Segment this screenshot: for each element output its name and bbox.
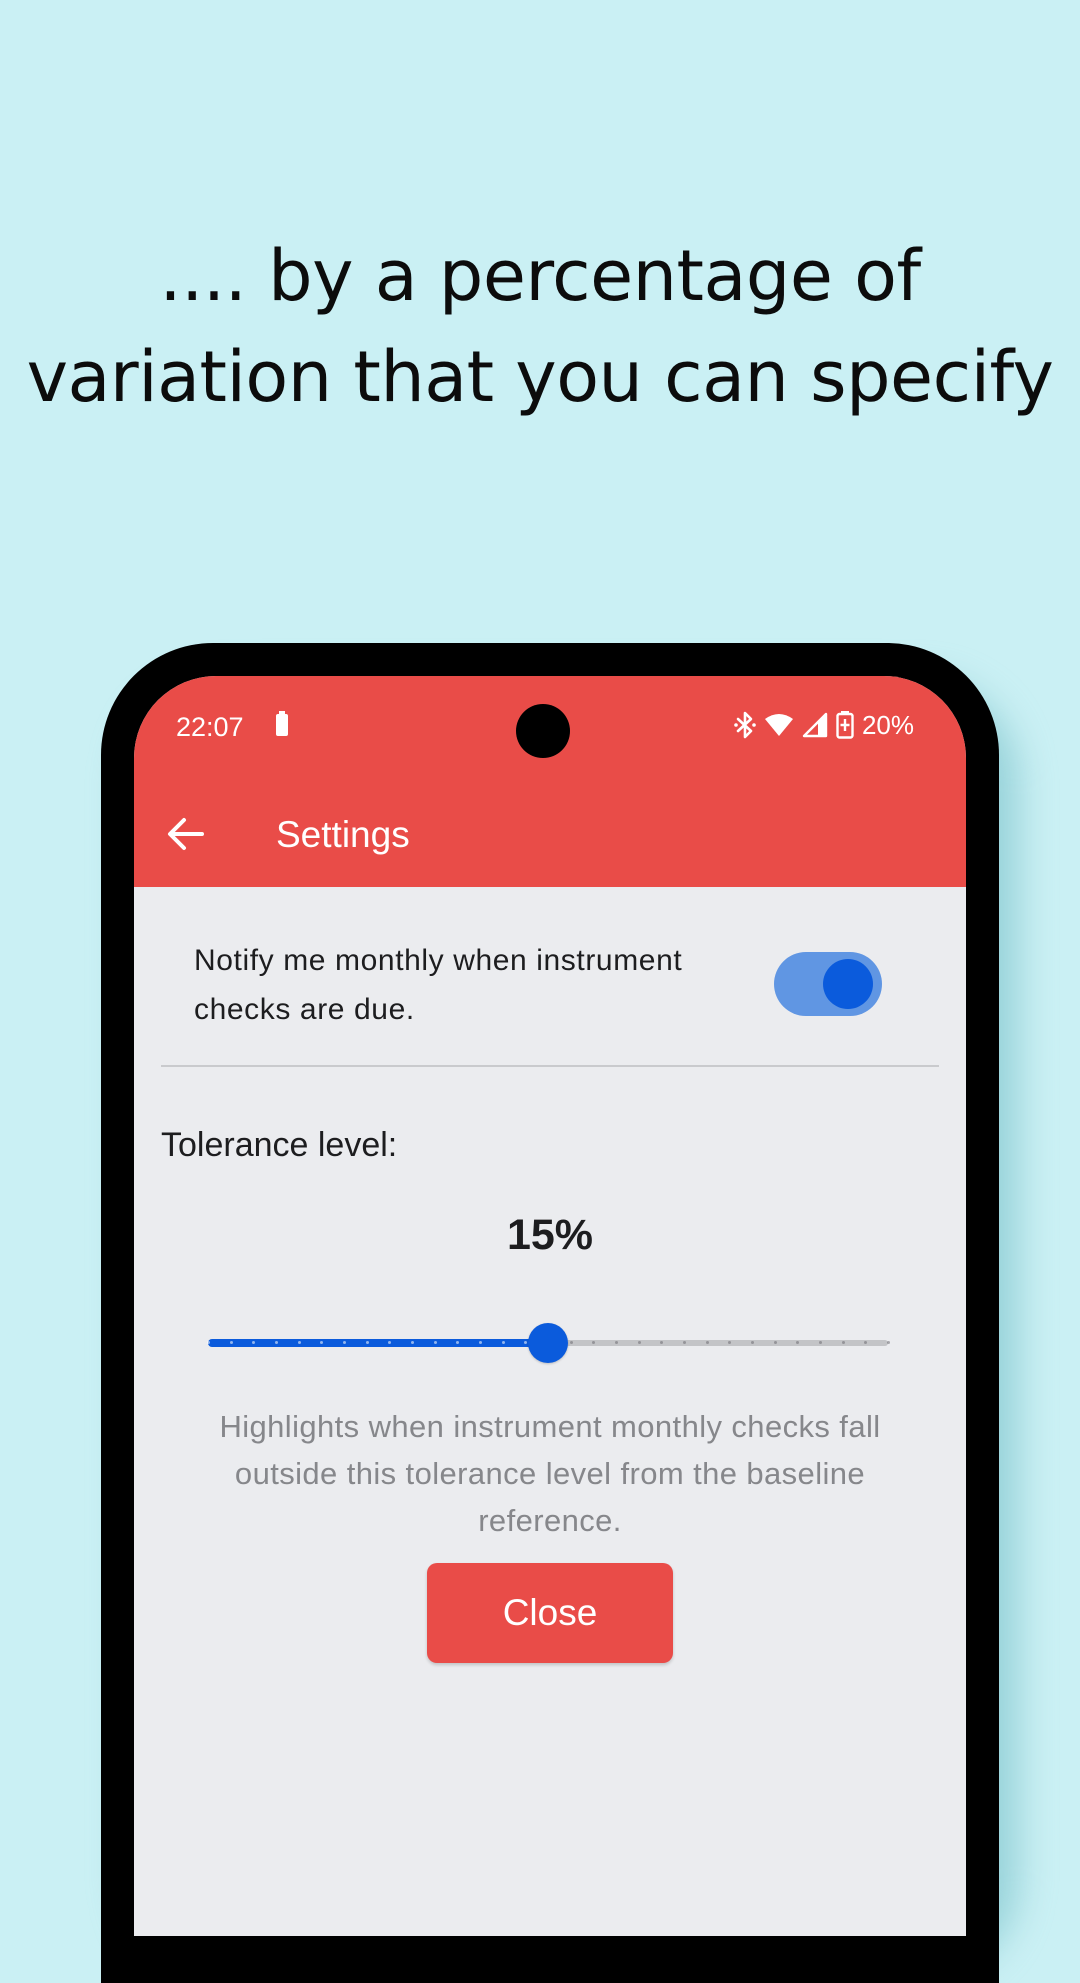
- signal-icon: [802, 712, 828, 738]
- slider-tick: [456, 1341, 459, 1344]
- status-icons: 20%: [734, 709, 914, 741]
- wifi-icon: [764, 712, 794, 738]
- phone-screen: 22:07 20% Settings Notify me monthly whe…: [134, 676, 966, 1936]
- tolerance-value: 15%: [506, 1211, 594, 1259]
- slider-tick: [411, 1341, 414, 1344]
- arrow-left-icon: [166, 816, 206, 857]
- toggle-thumb: [823, 959, 873, 1009]
- status-time: 22:07: [176, 712, 244, 742]
- slider-tick: [660, 1341, 663, 1344]
- slider-tick: [842, 1341, 845, 1344]
- slider-tick: [388, 1341, 391, 1344]
- tolerance-label: Tolerance level:: [161, 1126, 398, 1164]
- battery-charging-icon: [836, 711, 854, 739]
- slider-tick: [298, 1341, 301, 1344]
- page-title: Settings: [276, 814, 410, 855]
- back-button[interactable]: [152, 802, 220, 870]
- slider-tick: [592, 1341, 595, 1344]
- slider-tick: [796, 1341, 799, 1344]
- app-header: 22:07 20% Settings: [134, 676, 966, 887]
- slider-tick: [343, 1341, 346, 1344]
- slider-tick: [728, 1341, 731, 1344]
- slider-tick: [615, 1341, 618, 1344]
- notify-label: Notify me monthly when instrument checks…: [194, 944, 683, 1026]
- battery-icon: [276, 711, 288, 736]
- app-bar: Settings: [134, 786, 966, 886]
- slider-tick: [774, 1341, 777, 1344]
- slider-tick: [502, 1341, 505, 1344]
- slider-tick: [570, 1341, 573, 1344]
- front-camera: [516, 704, 570, 758]
- slider-tick: [479, 1341, 482, 1344]
- tolerance-slider[interactable]: [207, 1313, 890, 1373]
- slider-tick: [524, 1341, 527, 1344]
- slider-tick: [207, 1341, 210, 1344]
- slider-tick: [706, 1341, 709, 1344]
- notify-toggle[interactable]: [774, 952, 882, 1016]
- close-button[interactable]: Close: [427, 1563, 673, 1663]
- status-bar: 22:07 20%: [134, 676, 966, 766]
- slider-tick: [366, 1341, 369, 1344]
- divider: [161, 1065, 939, 1067]
- slider-tick: [819, 1341, 822, 1344]
- slider-tick: [683, 1341, 686, 1344]
- slider-track-active: [208, 1339, 548, 1347]
- slider-thumb[interactable]: [528, 1323, 568, 1363]
- slider-tick: [252, 1341, 255, 1344]
- tolerance-help-text: Highlights when instrument monthly check…: [219, 1409, 881, 1538]
- slider-tick: [434, 1341, 437, 1344]
- slider-tick: [887, 1341, 890, 1344]
- slider-tick: [275, 1341, 278, 1344]
- battery-percent: 20%: [861, 709, 914, 740]
- bluetooth-icon: [734, 711, 756, 739]
- slider-tick: [751, 1341, 754, 1344]
- slider-tick: [320, 1341, 323, 1344]
- slider-tick: [638, 1341, 641, 1344]
- promo-title: .... by a percentage of variation that y…: [26, 235, 1054, 418]
- slider-tick: [864, 1341, 867, 1344]
- slider-tick: [230, 1341, 233, 1344]
